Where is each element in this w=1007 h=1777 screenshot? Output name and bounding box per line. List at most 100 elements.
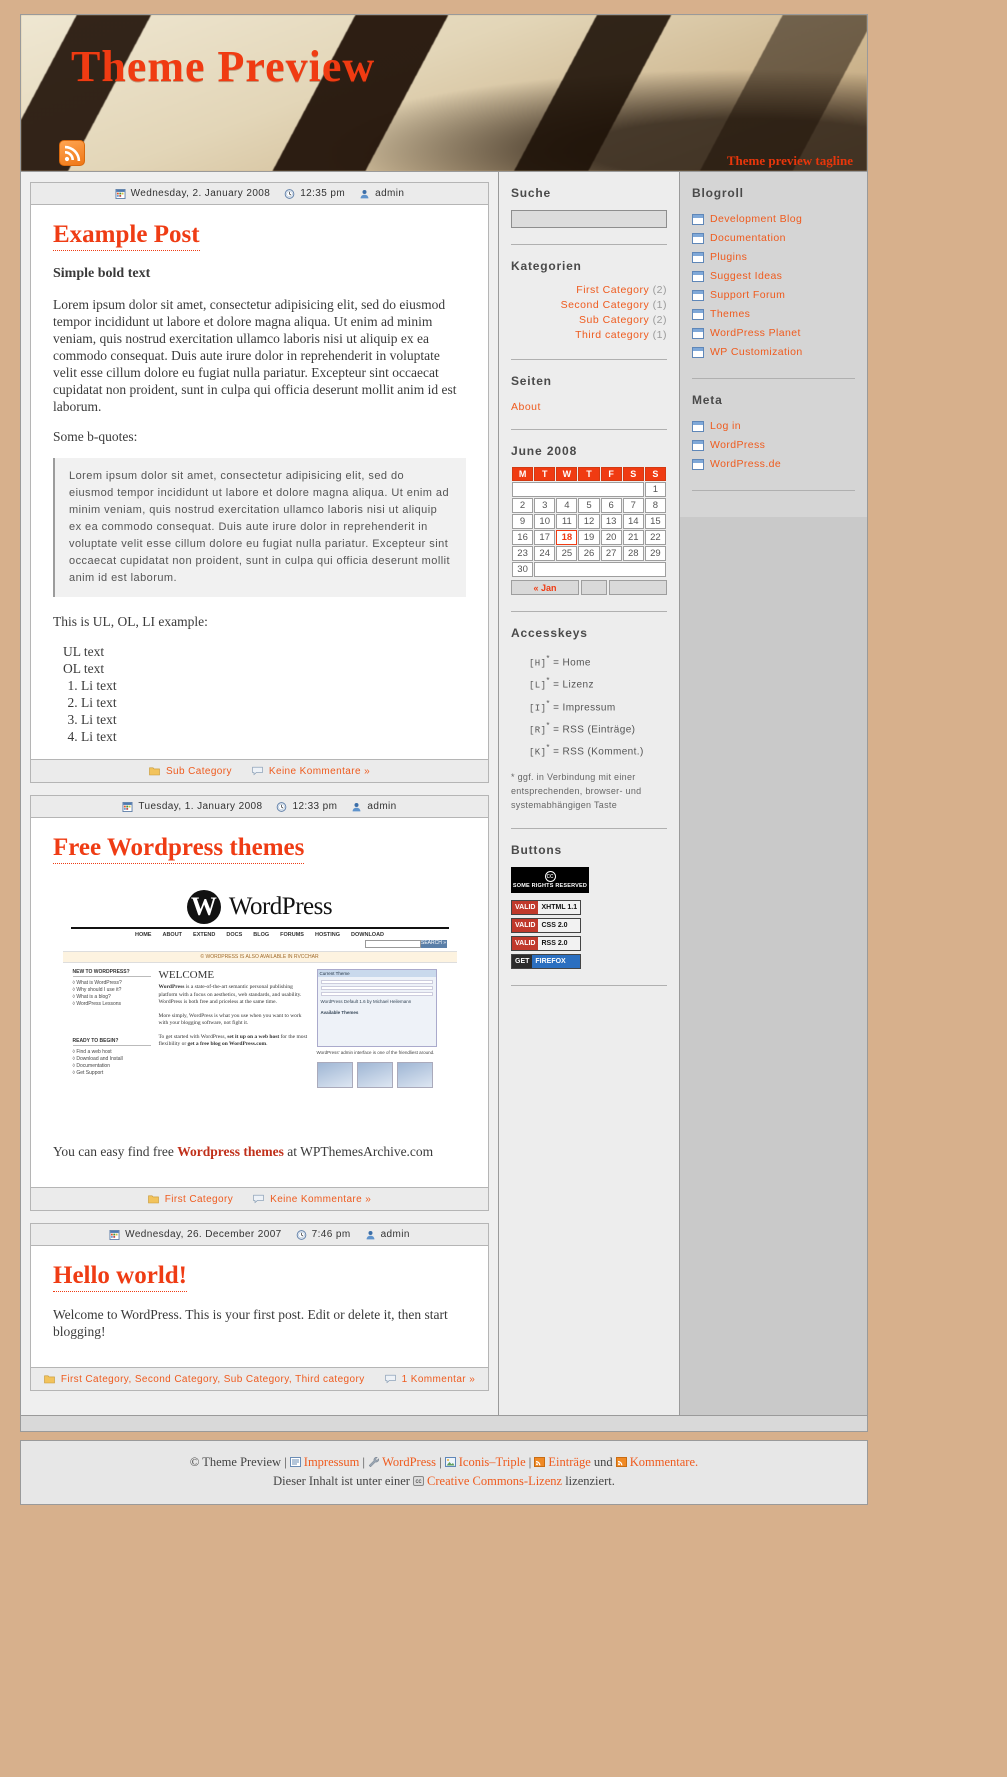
- calendar-day[interactable]: 26: [578, 546, 600, 561]
- post-date: Wednesday, 2. January 2008: [115, 188, 271, 199]
- calendar-day[interactable]: 22: [644, 530, 666, 545]
- calendar-day[interactable]: 5: [578, 498, 600, 513]
- calendar-day[interactable]: 1: [644, 482, 666, 497]
- calendar-day[interactable]: 4: [556, 498, 578, 513]
- footer-link-entries[interactable]: Einträge: [548, 1455, 590, 1469]
- list-item[interactable]: Themes: [692, 305, 855, 324]
- footer-link-license[interactable]: Creative Commons-Lizenz: [427, 1474, 562, 1488]
- blogroll-link[interactable]: Plugins: [710, 248, 747, 267]
- calendar-day[interactable]: 2: [512, 498, 534, 513]
- calendar-day[interactable]: 29: [644, 546, 666, 561]
- blogroll-link[interactable]: WordPress Planet: [710, 324, 801, 343]
- calendar-day[interactable]: 20: [600, 530, 622, 545]
- badge-xhtml[interactable]: VALID XHTML 1.1: [511, 899, 581, 915]
- list-item[interactable]: WordPress Planet: [692, 324, 855, 343]
- category-link[interactable]: Second Category: [561, 299, 650, 311]
- calendar-day[interactable]: 28: [622, 546, 644, 561]
- badge-css[interactable]: VALID CSS 2.0: [511, 917, 581, 933]
- list-item[interactable]: WordPress: [692, 436, 855, 455]
- list-item[interactable]: Log in: [692, 417, 855, 436]
- footer-link-iconis[interactable]: Iconis–Triple: [459, 1455, 526, 1469]
- list-item[interactable]: Development Blog: [692, 210, 855, 229]
- calendar-day[interactable]: 8: [644, 498, 666, 513]
- list-item[interactable]: Second Category (1): [511, 298, 667, 313]
- footer-link-comments[interactable]: Kommentare.: [630, 1455, 698, 1469]
- calendar-day[interactable]: 24: [534, 546, 556, 561]
- calendar-next-button[interactable]: [609, 580, 667, 595]
- category-link[interactable]: First Category, Second Category, Sub Cat…: [61, 1374, 365, 1385]
- calendar-day[interactable]: 16: [512, 530, 534, 545]
- calendar-day[interactable]: 21: [622, 530, 644, 545]
- footer-link-impressum[interactable]: Impressum: [304, 1455, 360, 1469]
- calendar-day[interactable]: 14: [622, 514, 644, 529]
- meta-link-wordpress-de[interactable]: WordPress.de: [710, 455, 781, 474]
- category-link[interactable]: First Category: [576, 284, 649, 296]
- calendar-day[interactable]: 13: [600, 514, 622, 529]
- list-item[interactable]: Support Forum: [692, 286, 855, 305]
- list-item[interactable]: Third category (1): [511, 328, 667, 343]
- calendar-day[interactable]: 10: [534, 514, 556, 529]
- post-title-link[interactable]: Example Post: [53, 221, 200, 251]
- calendar-day-today[interactable]: 18: [556, 530, 578, 545]
- calendar-day[interactable]: 25: [556, 546, 578, 561]
- blogroll-link[interactable]: Themes: [710, 305, 750, 324]
- calendar-day[interactable]: 6: [600, 498, 622, 513]
- badge-rss[interactable]: VALID RSS 2.0: [511, 935, 581, 951]
- blogroll-link[interactable]: Documentation: [710, 229, 786, 248]
- calendar-day[interactable]: 11: [556, 514, 578, 529]
- footer-link-wordpress[interactable]: WordPress: [382, 1455, 436, 1469]
- calendar-empty-span: [534, 562, 666, 577]
- post-title-link[interactable]: Free Wordpress themes: [53, 834, 305, 864]
- calendar-day[interactable]: 19: [578, 530, 600, 545]
- calendar-nav-spacer: [581, 580, 607, 595]
- calendar-day[interactable]: 17: [534, 530, 556, 545]
- search-input[interactable]: [511, 210, 667, 228]
- post-title-link[interactable]: Hello world!: [53, 1262, 188, 1292]
- calendar-prev-button[interactable]: « Jan: [511, 580, 579, 595]
- post-categories[interactable]: First Category: [147, 1194, 233, 1205]
- blogroll-link[interactable]: WP Customization: [710, 343, 803, 362]
- post-categories[interactable]: First Category, Second Category, Sub Cat…: [44, 1374, 365, 1385]
- calendar-day[interactable]: 30: [512, 562, 534, 577]
- blogroll-link[interactable]: Support Forum: [710, 286, 785, 305]
- comments-link[interactable]: Keine Kommentare »: [269, 766, 370, 777]
- calendar-week: 30: [512, 562, 666, 577]
- list-item[interactable]: Suggest Ideas: [692, 267, 855, 286]
- meta-link-login[interactable]: Log in: [710, 417, 741, 436]
- calendar-day[interactable]: 7: [622, 498, 644, 513]
- blogroll-link[interactable]: Development Blog: [710, 210, 802, 229]
- list-item[interactable]: Sub Category (2): [511, 313, 667, 328]
- accesskeys-heading: Accesskeys: [511, 626, 588, 640]
- category-link[interactable]: First Category: [165, 1194, 233, 1205]
- list-item[interactable]: Documentation: [692, 229, 855, 248]
- comments-link[interactable]: 1 Kommentar »: [402, 1374, 476, 1385]
- list-item[interactable]: WP Customization: [692, 343, 855, 362]
- post-comments[interactable]: Keine Kommentare »: [252, 766, 370, 777]
- badge-firefox[interactable]: GET FIREFOX: [511, 953, 581, 969]
- comments-link[interactable]: Keine Kommentare »: [270, 1194, 371, 1205]
- calendar-day[interactable]: 9: [512, 514, 534, 529]
- rss-icon[interactable]: [59, 140, 85, 166]
- list-item[interactable]: About: [511, 398, 667, 413]
- image-icon: [444, 1457, 456, 1467]
- list-item[interactable]: WordPress.de: [692, 455, 855, 474]
- post-comments[interactable]: Keine Kommentare »: [253, 1194, 371, 1205]
- page-link-about[interactable]: About: [511, 401, 541, 413]
- post-comments[interactable]: 1 Kommentar »: [384, 1374, 476, 1385]
- calendar-day[interactable]: 3: [534, 498, 556, 513]
- badge-left: VALID: [512, 900, 539, 914]
- calendar-day[interactable]: 12: [578, 514, 600, 529]
- list-item[interactable]: First Category (2): [511, 283, 667, 298]
- wp-admin-panel: Current Theme WordPress Default 1.6 by M…: [316, 969, 437, 1047]
- calendar-day[interactable]: 15: [644, 514, 666, 529]
- blogroll-link[interactable]: Suggest Ideas: [710, 267, 782, 286]
- creative-commons-badge[interactable]: cc SOME RIGHTS RESERVED: [511, 866, 589, 893]
- category-link[interactable]: Sub Category: [166, 766, 232, 777]
- category-link[interactable]: Sub Category: [579, 314, 649, 326]
- list-item[interactable]: Plugins: [692, 248, 855, 267]
- meta-link-wordpress[interactable]: WordPress: [710, 436, 765, 455]
- calendar-day[interactable]: 23: [512, 546, 534, 561]
- post-categories[interactable]: Sub Category: [149, 766, 232, 777]
- calendar-day[interactable]: 27: [600, 546, 622, 561]
- category-link[interactable]: Third category: [575, 329, 649, 341]
